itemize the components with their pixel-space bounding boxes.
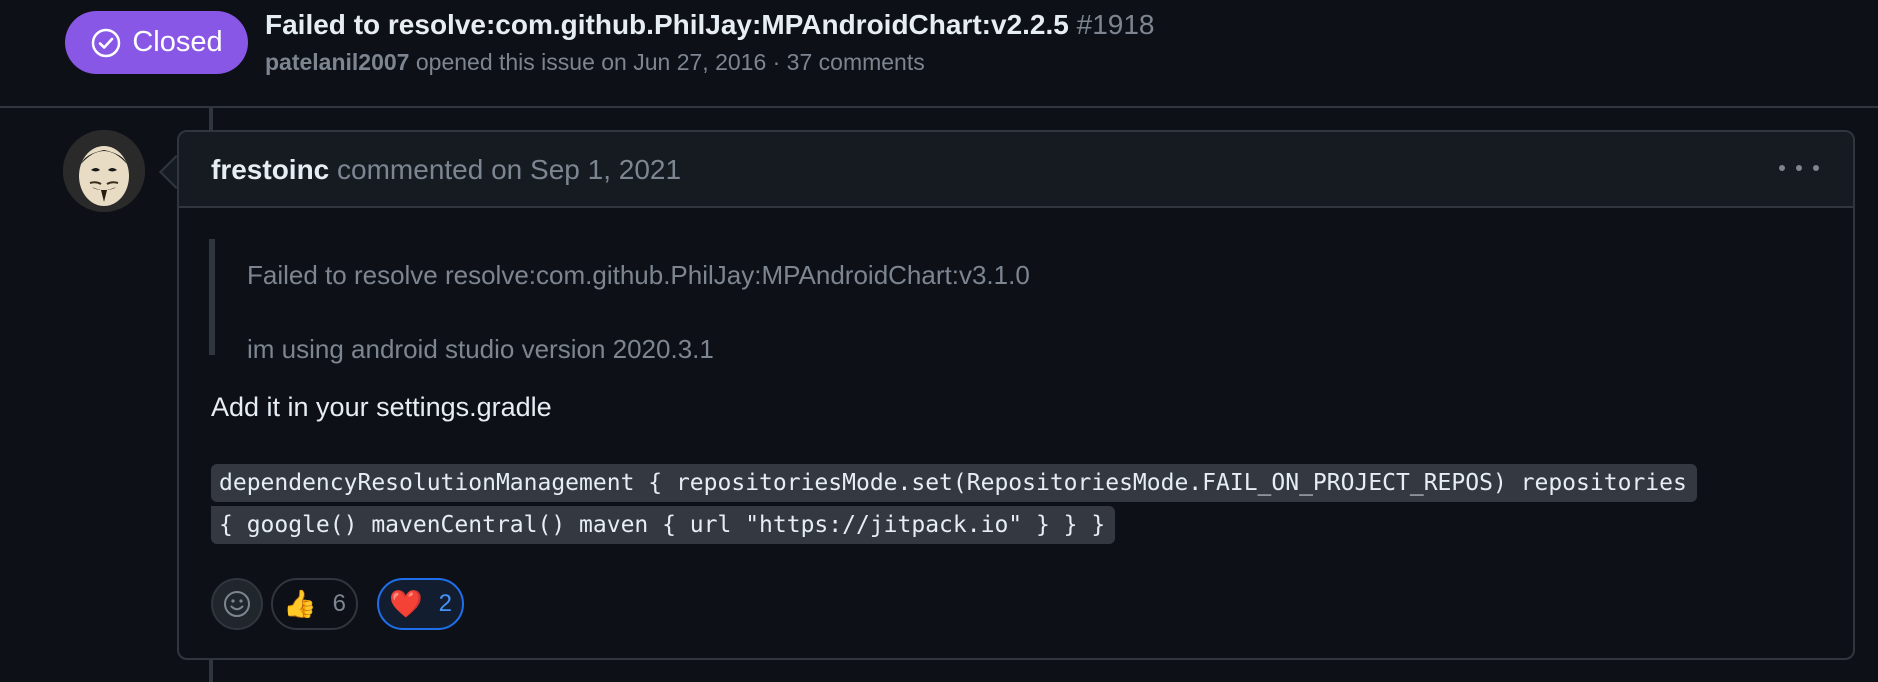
avatar[interactable] (63, 130, 145, 212)
kebab-horizontal-icon[interactable] (1779, 156, 1819, 180)
issue-state-badge: Closed (65, 11, 248, 74)
comment-author-link[interactable]: frestoinc (211, 154, 329, 185)
reaction-thumbs-up-button[interactable]: 👍 6 (271, 578, 358, 630)
reaction-count: 6 (332, 590, 346, 617)
comment-date-link[interactable]: commented on Sep 1, 2021 (337, 154, 681, 185)
comment-box: frestoinc commented on Sep 1, 2021 Faile… (177, 130, 1855, 660)
blockquote-line: Failed to resolve resolve:com.github.Phi… (247, 260, 1030, 290)
add-reaction-button[interactable] (211, 578, 263, 630)
issue-meta: patelanil2007 opened this issue on Jun 2… (265, 49, 925, 76)
blockquote-line: im using android studio version 2020.3.1 (247, 334, 714, 364)
reaction-count: 2 (438, 590, 452, 617)
comment-body-text: Add it in your settings.gradle (211, 392, 552, 422)
issue-author-link[interactable]: patelanil2007 (265, 49, 409, 75)
smiley-icon (224, 591, 250, 617)
issue-number: #1918 (1076, 9, 1155, 40)
issue-title: Failed to resolve:com.github.PhilJay:MPA… (265, 9, 1155, 41)
comment-header-text: frestoinc commented on Sep 1, 2021 (211, 154, 681, 186)
issue-title-text: Failed to resolve:com.github.PhilJay:MPA… (265, 9, 1069, 40)
reaction-heart-button[interactable]: ❤️ 2 (377, 578, 464, 630)
avatar-image (63, 130, 145, 212)
inline-code-line: { google() mavenCentral() maven { url "h… (211, 506, 1116, 544)
comment-header: frestoinc commented on Sep 1, 2021 (179, 132, 1853, 208)
inline-code-line: dependencyResolutionManagement { reposit… (211, 464, 1697, 502)
blockquote-bar (209, 239, 215, 355)
issue-state-label: Closed (132, 26, 223, 58)
header-divider (0, 106, 1878, 108)
thumbs-up-icon: 👍 (283, 588, 317, 619)
issue-meta-text: opened this issue on Jun 27, 2016 · 37 c… (415, 49, 925, 75)
heart-icon: ❤️ (389, 588, 423, 619)
issue-header: Closed Failed to resolve:com.github.Phil… (0, 0, 1878, 107)
check-circle-icon (92, 28, 121, 57)
